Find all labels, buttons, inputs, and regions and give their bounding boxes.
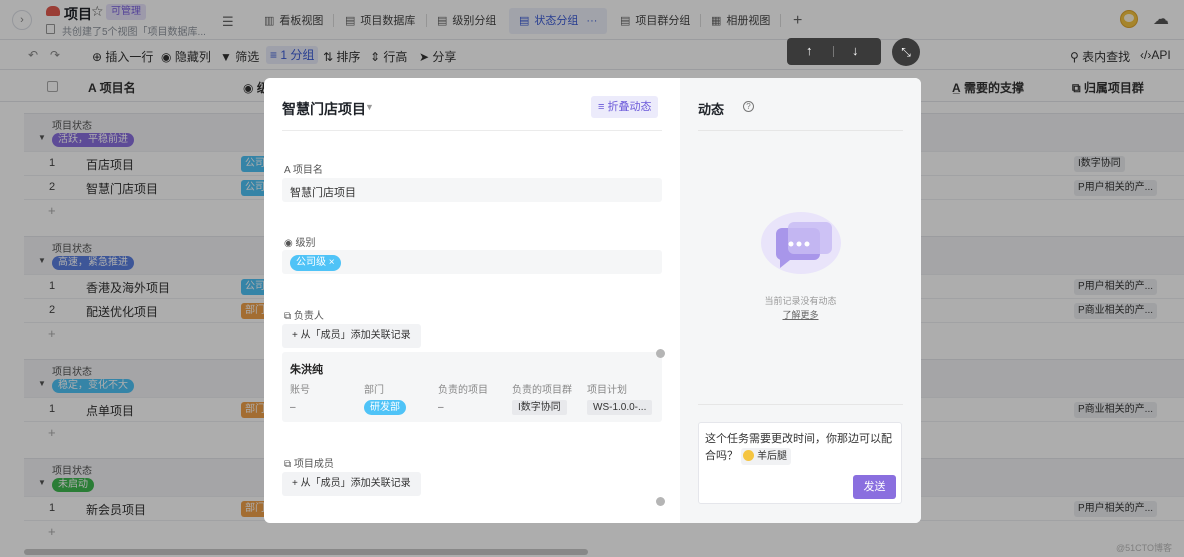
close-icon[interactable]: × (329, 257, 335, 268)
empty-activity-text: 当前记录没有动态 (764, 296, 837, 306)
activity-title: 动态 (698, 102, 725, 117)
mention-avatar (743, 450, 755, 461)
shrink-icon[interactable]: ⤡ (892, 38, 920, 66)
remove-link-icon[interactable] (656, 497, 665, 506)
linked-record-card[interactable]: 朱洪纯 账号 部门 负责的项目 负责的项目群 项目计划 – 研发部 – I数字协… (282, 352, 662, 422)
record-detail-modal: 智慧门店项目 ▼ ≡ 折叠动态 A 项目名 智慧门店项目 ◉ 级别 公司级 × … (264, 78, 921, 523)
level-field[interactable]: 公司级 × (282, 250, 662, 274)
field-label-text: 项目名 (292, 165, 323, 176)
card-column-label: 账号 (290, 385, 310, 396)
plus-icon: + (292, 330, 298, 341)
field-label-members: ⧉ 项目成员 (284, 455, 334, 470)
card-account-value: – (290, 402, 296, 413)
mention-name: 羊后腿 (757, 451, 788, 462)
text-field-icon: A (284, 165, 291, 176)
level-tag-label: 公司级 (296, 257, 326, 268)
comment-text: 这个任务需要更改时间，你那边可以配合吗？ 羊后腿 (705, 431, 901, 465)
add-owner-link-button[interactable]: + 从「成员」添加关联记录 (282, 324, 421, 348)
card-plan-tag: WS-1.0.0-... (587, 400, 653, 415)
card-column-label: 项目计划 (587, 385, 627, 396)
list-icon: ≡ (598, 101, 605, 113)
linked-record-name: 朱洪纯 (290, 364, 323, 376)
field-label-text: 负责人 (293, 311, 324, 322)
activity-panel: 动态 ? 当前记录没有动态 了解更多 这个任务需要更改时间，你那边可以配合吗？ … (680, 78, 921, 523)
field-label-name: A 项目名 (284, 161, 323, 176)
mention-chip[interactable]: 羊后腿 (741, 448, 792, 465)
send-button[interactable]: 发送 (853, 475, 896, 499)
field-label-text: 项目成员 (293, 459, 334, 470)
title-divider (282, 130, 662, 131)
add-member-link-button[interactable]: + 从「成员」添加关联记录 (282, 472, 421, 496)
learn-more-link[interactable]: 了解更多 (680, 308, 921, 321)
add-owner-label: 从「成员」添加关联记录 (300, 330, 411, 341)
arrow-up-icon[interactable]: ↑ (806, 43, 813, 58)
field-label-level: ◉ 级别 (284, 234, 316, 249)
comment-input[interactable]: 这个任务需要更改时间，你那边可以配合吗？ 羊后腿 发送 (698, 422, 902, 504)
field-label-owner: ⧉ 负责人 (284, 307, 324, 322)
fold-activity-button[interactable]: ≡ 折叠动态 (591, 96, 659, 118)
project-name-value: 智慧门店项目 (290, 187, 356, 199)
record-title: 智慧门店项目 (282, 101, 366, 117)
field-label-text: 级别 (295, 238, 316, 249)
arrow-down-icon[interactable]: ↓ (852, 43, 859, 58)
comment-divider (698, 404, 903, 405)
single-select-icon: ◉ (284, 238, 293, 249)
link-icon: ⧉ (284, 311, 292, 322)
level-tag: 公司级 × (290, 255, 341, 271)
card-column-label: 负责的项目 (438, 385, 488, 396)
card-owned-group-tag: I数字协同 (512, 400, 567, 415)
navigator-divider (833, 46, 834, 57)
add-member-label: 从「成员」添加关联记录 (300, 478, 411, 489)
card-dept-tag: 研发部 (364, 400, 406, 415)
help-icon[interactable]: ? (743, 101, 754, 112)
card-column-label: 负责的项目群 (512, 385, 572, 396)
fold-activity-label: 折叠动态 (607, 101, 652, 113)
record-navigator: ↑ ↓ (787, 38, 881, 65)
project-name-field[interactable]: 智慧门店项目 (282, 178, 662, 202)
plus-icon: + (292, 478, 298, 489)
remove-link-icon[interactable] (656, 349, 665, 358)
comment-body: 这个任务需要更改时间，你那边可以配合吗？ (705, 433, 892, 462)
card-owned-projects-value: – (438, 402, 444, 413)
card-column-label: 部门 (364, 385, 384, 396)
link-icon: ⧉ (284, 459, 292, 470)
activity-divider (698, 130, 903, 131)
empty-chat-illustration (761, 212, 841, 274)
caret-down-icon[interactable]: ▼ (365, 102, 374, 112)
